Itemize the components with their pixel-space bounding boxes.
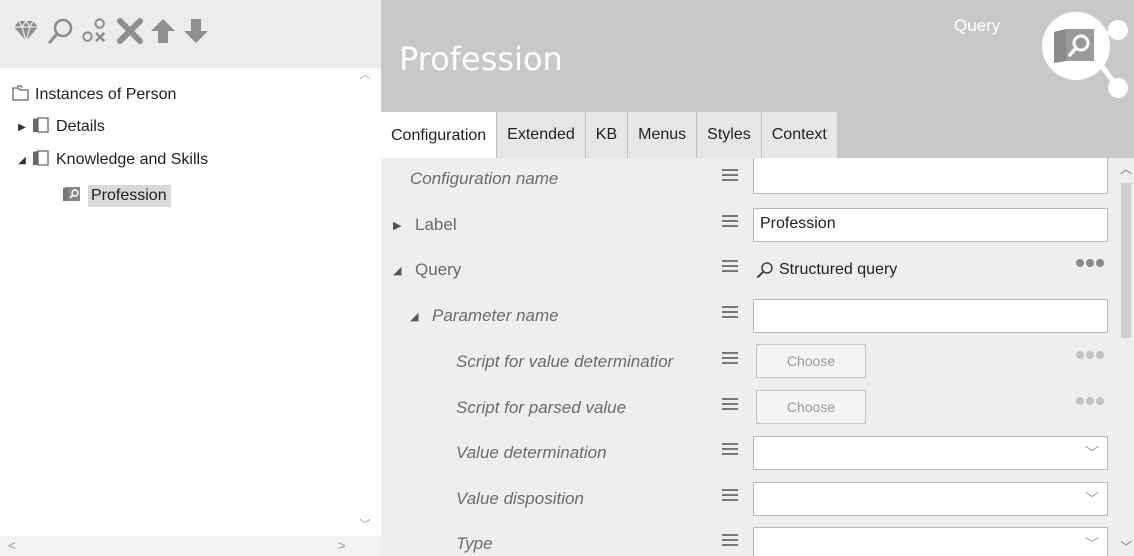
hamburger-icon[interactable] <box>722 169 738 183</box>
property-row-value-disposition: Value disposition ﹀ <box>381 476 1115 522</box>
type-select[interactable]: ﹀ <box>753 527 1108 556</box>
property-name: Script for parsed value <box>456 398 627 417</box>
more-options-icon[interactable] <box>1076 259 1104 267</box>
tree-item-label: Details <box>56 118 105 135</box>
scroll-up-icon[interactable]: ︿ <box>358 66 372 81</box>
property-name: Configuration name <box>410 169 559 188</box>
search-icon <box>757 261 773 279</box>
page-title: Profession <box>399 40 563 78</box>
hamburger-icon[interactable] <box>722 352 738 366</box>
property-name: Type <box>456 534 493 553</box>
tab-context[interactable]: Context <box>761 112 838 158</box>
hamburger-icon[interactable] <box>722 215 738 229</box>
property-row-value-determination: Value determination ﹀ <box>381 430 1115 476</box>
horizontal-scrollbar[interactable]: < > <box>0 536 381 556</box>
type-label: Query <box>954 16 1001 35</box>
tab-kb[interactable]: KB <box>585 112 629 158</box>
tab-bar: Configuration Extended KB Menus Styles C… <box>381 112 838 160</box>
property-grid: Configuration name ▶ Label Profession ◢ Qu… <box>381 158 1134 556</box>
tree-item-label: Profession <box>88 185 171 207</box>
query-value[interactable]: Structured query <box>753 253 1108 287</box>
expand-arrow-icon[interactable]: ▶ <box>16 122 28 133</box>
panel-header: Profession Query Configuration Extended … <box>381 0 1134 160</box>
choose-script-button[interactable]: Choose <box>756 390 866 424</box>
tree-item-label: Knowledge and Skills <box>56 151 209 168</box>
property-name: ◢ Query <box>393 260 462 279</box>
hamburger-icon[interactable] <box>722 306 738 320</box>
hamburger-icon[interactable] <box>722 534 738 548</box>
chevron-down-icon: ﹀ <box>1085 445 1099 461</box>
tab-configuration[interactable]: Configuration <box>381 112 498 160</box>
property-name: Script for value determinatior <box>456 352 674 371</box>
collapse-arrow-icon[interactable]: ◢ <box>16 155 28 166</box>
search-icon[interactable] <box>47 16 75 46</box>
property-row-script-parsed-value: Script for parsed value Choose <box>381 385 1115 431</box>
property-name: ◢ Parameter name <box>410 306 559 325</box>
hamburger-icon[interactable] <box>722 260 738 274</box>
delete-icon[interactable] <box>116 16 144 46</box>
property-name: Value disposition <box>456 489 584 508</box>
vertical-scrollbar[interactable]: ︿ ﹀ <box>1118 158 1134 556</box>
tab-extended[interactable]: Extended <box>497 112 586 158</box>
hamburger-icon[interactable] <box>722 398 738 412</box>
tree-toolbar <box>0 0 381 68</box>
tree-item-details[interactable]: ▶ Details <box>16 113 105 141</box>
hamburger-icon[interactable] <box>722 443 738 457</box>
arrow-down-icon[interactable] <box>182 16 210 46</box>
scroll-left-icon[interactable]: < <box>8 538 16 553</box>
value-determination-select[interactable]: ﹀ <box>753 436 1108 470</box>
expand-arrow-icon[interactable]: ▶ <box>393 219 403 232</box>
query-type-icon <box>1036 8 1130 104</box>
tab-styles[interactable]: Styles <box>697 112 762 158</box>
tree-view: Instances of Person ▶ Details ◢ Knowledg… <box>0 68 381 536</box>
more-options-icon[interactable] <box>1076 351 1104 359</box>
property-row-parameter-name: ◢ Parameter name <box>381 293 1115 339</box>
scrollbar-thumb[interactable] <box>1121 183 1131 338</box>
book-icon <box>32 116 50 138</box>
collapse-arrow-icon[interactable]: ◢ <box>393 264 403 277</box>
tree-item-instances-of-person[interactable]: Instances of Person <box>12 81 176 109</box>
diamond-icon[interactable] <box>12 16 40 46</box>
collapse-arrow-icon[interactable]: ◢ <box>410 310 420 323</box>
property-row-query: ◢ Query Structured query <box>381 247 1115 293</box>
property-row-script-value-determination: Script for value determinatior Choose <box>381 339 1115 385</box>
query-book-icon <box>62 186 82 207</box>
tree-item-label: Instances of Person <box>35 86 177 103</box>
property-row-type: Type ﹀ <box>381 521 1115 556</box>
tab-menus[interactable]: Menus <box>628 112 698 158</box>
scroll-down-icon[interactable]: ﹀ <box>358 516 372 531</box>
scroll-up-icon[interactable]: ︿ <box>1120 160 1132 177</box>
arrow-up-icon[interactable] <box>149 16 177 46</box>
left-panel: Instances of Person ▶ Details ◢ Knowledg… <box>0 0 381 556</box>
property-name: ▶ Label <box>393 215 457 234</box>
hamburger-icon[interactable] <box>722 489 738 503</box>
chevron-down-icon: ﹀ <box>1085 491 1099 507</box>
scroll-down-icon[interactable]: ﹀ <box>1120 538 1132 555</box>
more-options-icon[interactable] <box>1076 397 1104 405</box>
choose-script-button[interactable]: Choose <box>756 344 866 378</box>
unlink-icon[interactable] <box>81 16 109 46</box>
property-row-configuration-name: Configuration name <box>381 158 1115 202</box>
label-field[interactable]: Profession <box>753 208 1108 242</box>
tree-item-profession[interactable]: Profession <box>62 182 171 210</box>
properties-panel: Profession Query Configuration Extended … <box>381 0 1134 556</box>
query-value-text: Structured query <box>779 261 898 278</box>
property-row-label: ▶ Label Profession <box>381 202 1115 248</box>
configuration-name-field[interactable] <box>753 158 1108 194</box>
value-disposition-select[interactable]: ﹀ <box>753 482 1108 516</box>
scroll-right-icon[interactable]: > <box>338 538 346 553</box>
chevron-down-icon: ﹀ <box>1085 536 1099 552</box>
tree-item-knowledge-and-skills[interactable]: ◢ Knowledge and Skills <box>16 146 208 174</box>
book-icon <box>32 149 50 171</box>
property-name: Value determination <box>456 443 607 462</box>
parameter-name-field[interactable] <box>753 299 1108 333</box>
folder-icon <box>12 84 29 106</box>
